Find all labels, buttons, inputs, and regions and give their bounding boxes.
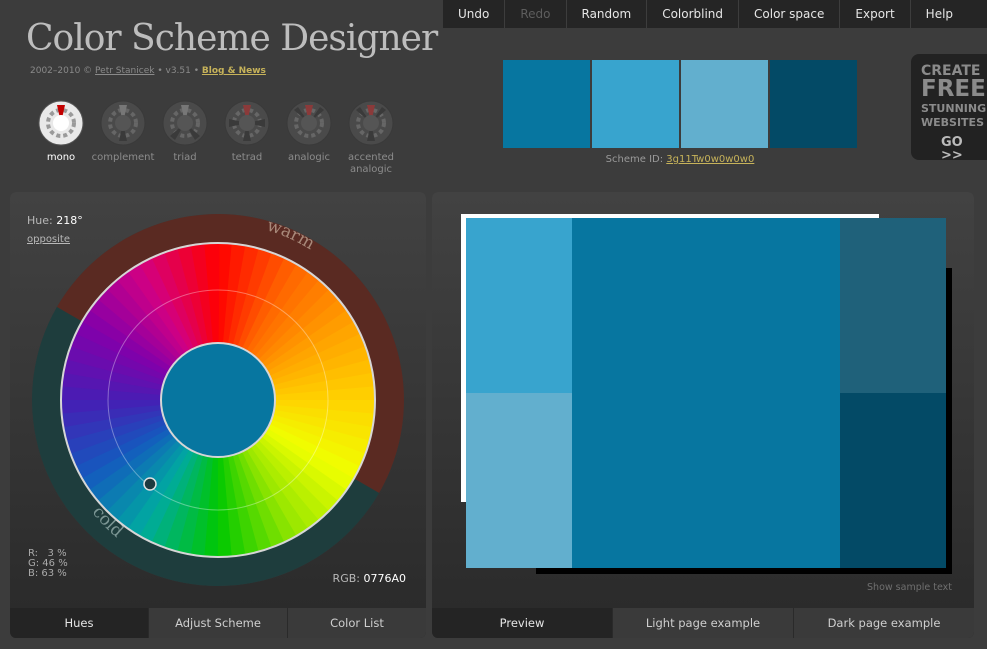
- hue-readout: Hue: 218°: [27, 214, 83, 227]
- blog-news-link[interactable]: Blog & News: [202, 66, 266, 76]
- mode-label: tetrad: [231, 152, 263, 163]
- accented-analogic-dial-icon: [348, 100, 394, 146]
- hue-handle[interactable]: [143, 477, 157, 491]
- menu-random[interactable]: Random: [567, 0, 648, 28]
- mode-tetrad[interactable]: tetrad: [216, 100, 278, 176]
- mode-mono[interactable]: mono: [30, 100, 92, 176]
- scheme-id-label: Scheme ID:: [605, 154, 664, 165]
- preview-dark-block: [840, 393, 946, 568]
- mode-label: analogic: [287, 152, 331, 163]
- menu-help[interactable]: Help: [911, 0, 968, 28]
- ad-line-4: WEBSITES: [921, 116, 984, 129]
- swatch-light[interactable]: [592, 60, 679, 148]
- tab-preview[interactable]: Preview: [432, 608, 612, 638]
- menu-color-space[interactable]: Color space: [739, 0, 841, 28]
- mode-accented-analogic[interactable]: accented analogic: [340, 100, 402, 176]
- scheme-mode-selector: mono complement triad tetrad analogic ac…: [30, 100, 402, 176]
- scheme-id: Scheme ID: 3g11Tw0w0w0w0: [503, 154, 857, 165]
- preview-lighter-block: [466, 393, 572, 568]
- tab-dark-page-example[interactable]: Dark page example: [793, 608, 974, 638]
- tab-hues[interactable]: Hues: [10, 608, 148, 638]
- mode-label: triad: [173, 152, 197, 163]
- preview-primary-block: [572, 218, 840, 568]
- preview-dark-muted-block: [840, 218, 946, 393]
- hue-label: Hue:: [27, 214, 53, 227]
- left-tabs: Hues Adjust Scheme Color List: [10, 608, 426, 638]
- menu-undo[interactable]: Undo: [443, 0, 506, 28]
- ad-line-3: STUNNING: [921, 102, 987, 115]
- triad-dial-icon: [162, 100, 208, 146]
- rgb-value[interactable]: 0776A0: [363, 572, 406, 585]
- right-tabs: Preview Light page example Dark page exa…: [432, 608, 974, 638]
- mode-analogic[interactable]: analogic: [278, 100, 340, 176]
- tab-adjust-scheme[interactable]: Adjust Scheme: [148, 608, 287, 638]
- menu-colorblind[interactable]: Colorblind: [647, 0, 740, 28]
- tab-light-page-example[interactable]: Light page example: [612, 608, 793, 638]
- preview-panel: Show sample text Preview Light page exam…: [432, 192, 974, 638]
- rgb-readout: RGB: 0776A0: [333, 572, 406, 585]
- credits: 2002–2010 © Petr Stanicek • v3.51 • Blog…: [30, 66, 266, 76]
- color-wheel[interactable]: warm cold: [30, 212, 406, 588]
- mono-dial-icon: [38, 100, 84, 146]
- b-percent: B: 63 %: [28, 568, 67, 579]
- swatch-dark[interactable]: [770, 60, 857, 148]
- rgb-label: RGB:: [332, 572, 360, 585]
- mode-triad[interactable]: triad: [154, 100, 216, 176]
- selected-color-center: [160, 342, 276, 458]
- scheme-id-link[interactable]: 3g11Tw0w0w0w0: [666, 154, 754, 165]
- hues-panel: warm cold Hue: 218° opposite R: 3 % G: 4…: [10, 192, 426, 638]
- palette-swatches: [503, 60, 857, 148]
- mode-label: accented analogic: [347, 152, 395, 175]
- preview-light-block: [466, 218, 572, 393]
- top-menu: Undo Redo Random Colorblind Color space …: [443, 0, 987, 28]
- app-title: Color Scheme Designer: [26, 18, 438, 59]
- ad-line-2: FREE: [921, 76, 986, 102]
- opposite-link[interactable]: opposite: [27, 234, 70, 245]
- menu-redo[interactable]: Redo: [505, 0, 567, 28]
- credits-years: 2002–2010 ©: [30, 66, 93, 76]
- ad-go-button[interactable]: GO >>: [921, 136, 987, 162]
- mode-complement[interactable]: complement: [92, 100, 154, 176]
- show-sample-text-link[interactable]: Show sample text: [867, 582, 952, 593]
- menu-export[interactable]: Export: [840, 0, 911, 28]
- swatch-primary[interactable]: [503, 60, 590, 148]
- analogic-dial-icon: [286, 100, 332, 146]
- hue-value: 218°: [56, 214, 83, 227]
- create-websites-ad[interactable]: CREATE FREE STUNNING WEBSITES GO >>: [911, 54, 987, 162]
- rgb-percentages: R: 3 % G: 46 % B: 63 %: [28, 549, 68, 579]
- swatch-lighter[interactable]: [681, 60, 768, 148]
- tetrad-dial-icon: [224, 100, 270, 146]
- mode-label: complement: [91, 152, 155, 163]
- tab-color-list[interactable]: Color List: [287, 608, 426, 638]
- version-text: • v3.51 •: [157, 66, 200, 76]
- complement-dial-icon: [100, 100, 146, 146]
- mode-label: mono: [46, 152, 76, 163]
- author-link[interactable]: Petr Stanicek: [95, 66, 154, 76]
